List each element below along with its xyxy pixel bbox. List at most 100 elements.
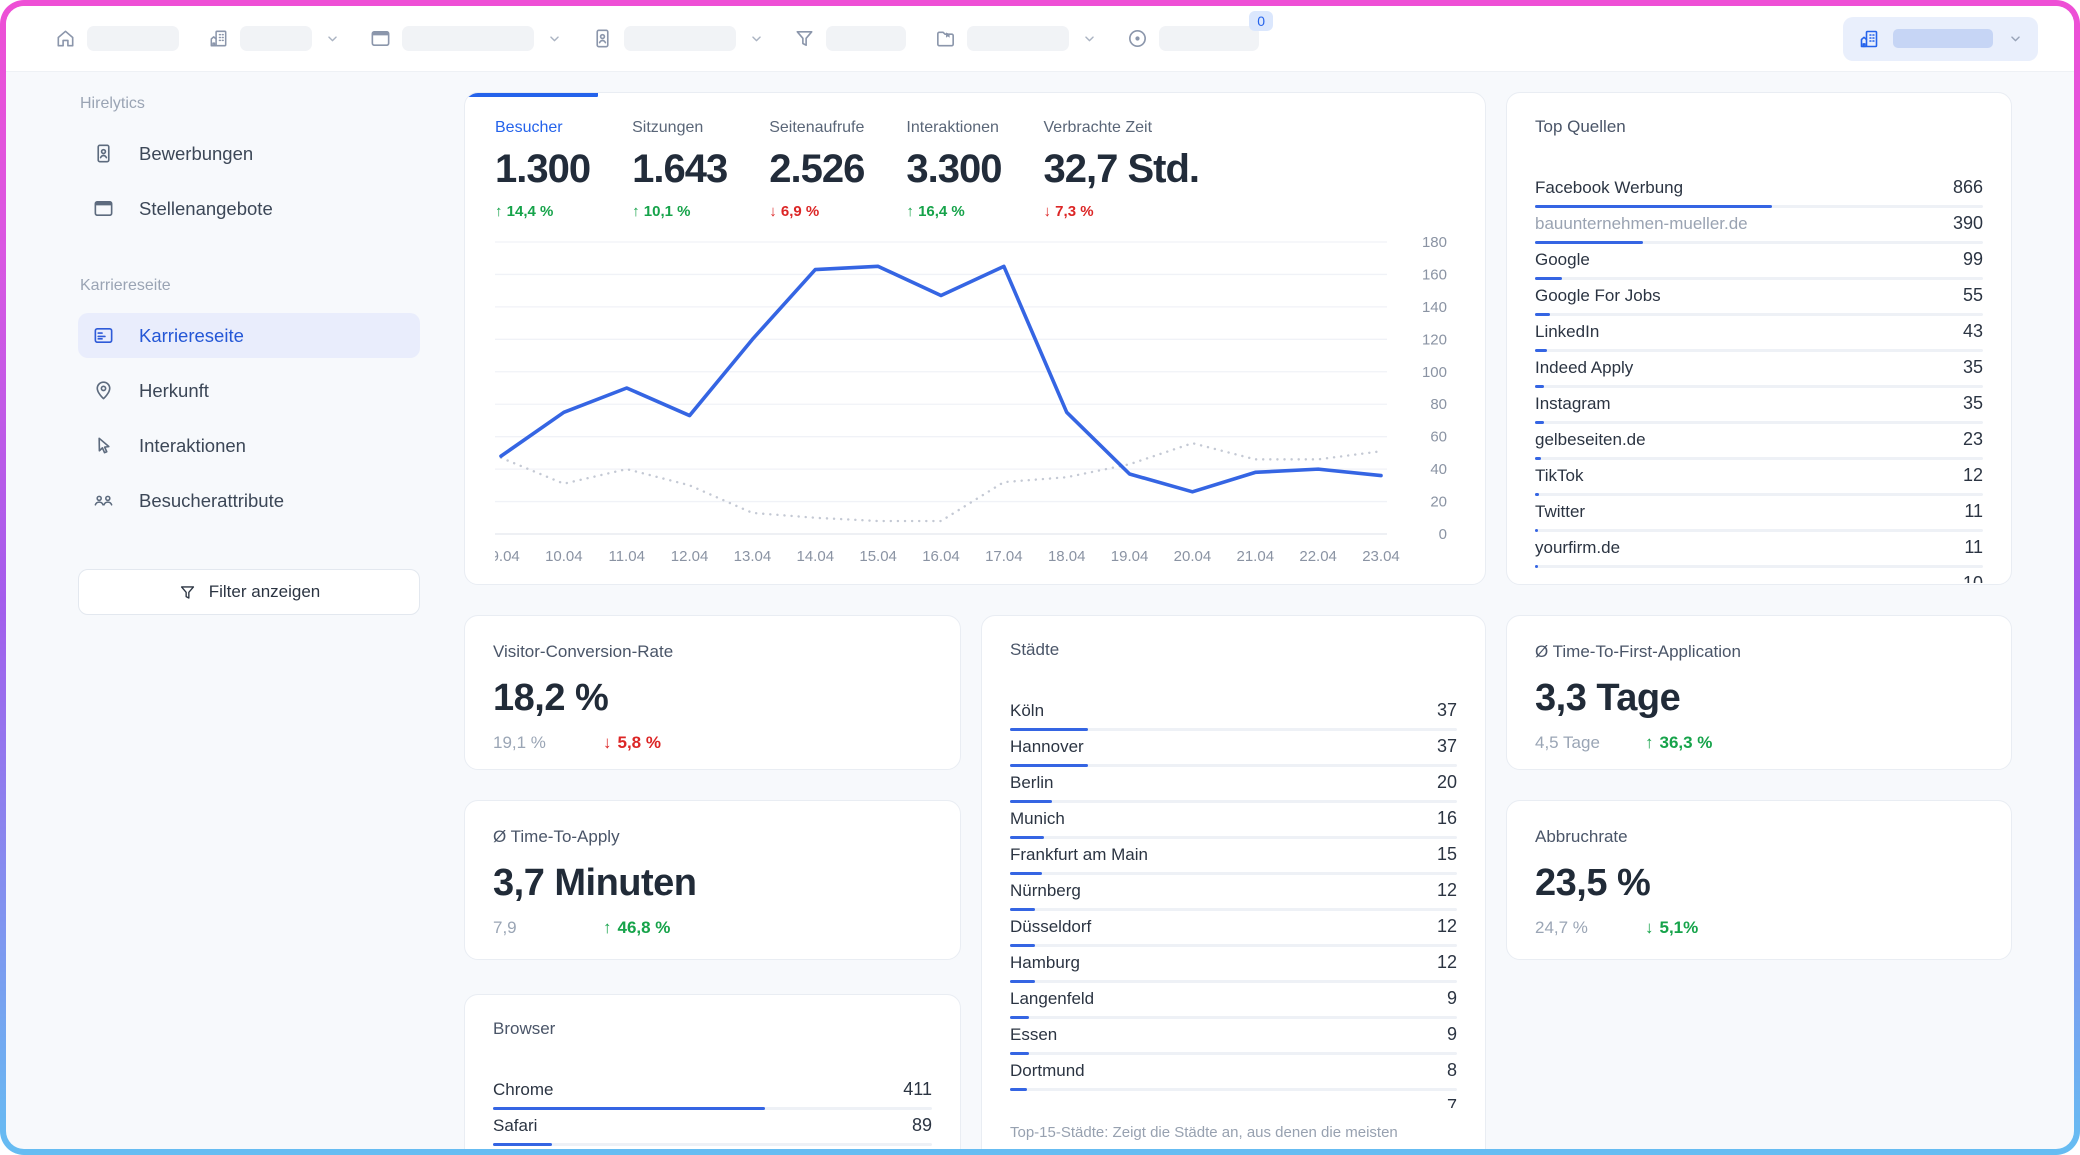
list-item-bar [1010,944,1457,947]
list-item-value: 10 [1963,573,1983,583]
kpi-value: 23,5 % [1535,862,1983,905]
list-item-value: 12 [1963,465,1983,486]
list-item-value: 43 [1963,321,1983,342]
list-item-bar [1535,349,1983,352]
list-item-bar [1010,872,1457,875]
list-item-bar [1535,313,1983,316]
stat-label: Interaktionen [906,119,1001,137]
workspace-selector[interactable] [1843,17,2038,61]
app-window: 0 Hirelytics Bewerbungen Stellenangebote Ka… [6,6,2074,1149]
sidebar-item-herkunft[interactable]: Herkunft [78,368,420,413]
cities-title: Städte [1010,640,1457,660]
filter-button-label: Filter anzeigen [209,582,321,602]
list-item-value: 99 [1963,249,1983,270]
list-item-value: 35 [1963,357,1983,378]
building-control[interactable] [207,26,341,51]
sidebar-item-karriereseite[interactable]: Karriereseite [78,313,420,358]
topbar-controls: 0 [54,26,1287,51]
list-item-value: 9 [1447,988,1457,1009]
stat-tab-besucher[interactable]: Besucher1.300↑ 14,4 % [495,119,590,220]
list-item-label: Safari [493,1116,537,1136]
sidebar-item-bewerbungen[interactable]: Bewerbungen [78,131,420,176]
list-item-bar [1010,980,1457,983]
list-item-label: Dortmund [1010,1061,1085,1081]
list-item: Langenfeld9 [1010,988,1457,1024]
kpi-value: 18,2 % [493,677,932,720]
list-item-value: 7 [1447,1096,1457,1108]
kpi-title: Abbruchrate [1535,827,1983,847]
cities-card: Städte Köln37Hannover37Berlin20Munich16F… [981,615,1486,1149]
list-item-value: 8 [1447,1060,1457,1081]
window-frame: 0 Hirelytics Bewerbungen Stellenangebote Ka… [0,0,2080,1155]
abort-rate-card: Abbruchrate 23,5 % 24,7 % ↓ 5,1% [1506,800,2012,960]
kpi-title: Ø Time-To-First-Application [1535,642,1983,662]
folder-bookmark-icon [934,27,957,50]
stat-tab-verbrachte-zeit[interactable]: Verbrachte Zeit32,7 Std.↓ 7,3 % [1044,119,1200,220]
list-item-value: 89 [912,1115,932,1136]
window-icon [369,27,392,50]
chevron-down-icon [1081,30,1098,47]
sidebar-item-stellenangebote[interactable]: Stellenangebote [78,186,420,231]
id-card-icon [591,27,614,50]
svg-text:22.04: 22.04 [1299,548,1337,565]
stat-label: Seitenaufrufe [769,119,864,137]
placeholder-field [624,26,736,51]
kpi-delta: ↓ 5,8 % [603,733,661,753]
list-item-label: TikTok [1535,466,1584,486]
stat-tab-interaktionen[interactable]: Interaktionen3.300↑ 16,4 % [906,119,1001,220]
placeholder-field [967,26,1069,51]
svg-text:17.04: 17.04 [985,548,1023,565]
svg-text:18.04: 18.04 [1048,548,1086,565]
cities-list: Köln37Hannover37Berlin20Munich16Frankfur… [1010,700,1457,1108]
list-item: TikTok 12 [1535,465,1983,501]
list-item-bar [1535,457,1983,460]
list-item: Düsseldorf12 [1010,916,1457,952]
stat-delta: ↓ 7,3 % [1044,203,1200,220]
chevron-down-icon [2007,30,2024,47]
list-item-bar [1535,529,1983,532]
sidebar-item-interaktionen[interactable]: Interaktionen [78,423,420,468]
list-item-bar [1535,493,1983,496]
stat-tab-seitenaufrufe[interactable]: Seitenaufrufe2.526↓ 6,9 % [769,119,864,220]
placeholder-field [240,26,312,51]
list-item: yourfirm.de11 [1535,537,1983,573]
home-control[interactable] [54,26,179,51]
id-card-icon [92,142,115,165]
list-item-label: Frankfurt am Main [1010,845,1148,865]
list-item-label: Google For Jobs [1535,286,1661,306]
svg-text:14.04: 14.04 [797,548,835,565]
show-filters-button[interactable]: Filter anzeigen [78,569,420,615]
browser-card-icon [92,324,115,347]
list-item-value: 55 [1963,285,1983,306]
stat-tab-sitzungen[interactable]: Sitzungen1.643↑ 10,1 % [632,119,727,220]
list-item: Essen9 [1010,1024,1457,1060]
location-pin-icon [92,379,115,402]
list-item: Safari 89 [493,1115,932,1149]
building-icon [207,27,230,50]
stat-delta: ↑ 16,4 % [906,203,1001,220]
funnel-control[interactable] [793,26,906,51]
folder-bookmark-control[interactable] [934,26,1098,51]
list-item: Frankfurt am Main15 [1010,844,1457,880]
kpi-title: Ø Time-To-Apply [493,827,932,847]
time-to-apply-card: Ø Time-To-Apply 3,7 Minuten 7,9 ↑ 46,8 % [464,800,961,960]
svg-text:20.04: 20.04 [1174,548,1212,565]
target-control[interactable]: 0 [1126,26,1259,51]
stat-label: Verbrachte Zeit [1044,119,1200,137]
list-item-label: Twitter [1535,502,1585,522]
sidebar-item-besucherattribute[interactable]: Besucherattribute [78,478,420,523]
window-control[interactable] [369,26,563,51]
list-item-value: 866 [1953,177,1983,198]
svg-text:13.04: 13.04 [734,548,772,565]
list-item: Twitter 11 [1535,501,1983,537]
list-item-bar [493,1143,932,1146]
svg-text:09.04: 09.04 [495,548,520,565]
id-card-control[interactable] [591,26,765,51]
list-item-bar [1010,800,1457,803]
list-item-value: 11 [1964,501,1983,522]
svg-text:120: 120 [1422,331,1447,348]
funnel-icon [793,27,816,50]
kpi-previous-value: 4,5 Tage [1535,733,1645,753]
sidebar-section-header: Hirelytics [80,95,420,113]
trend-arrow-icon: ↑ [1645,733,1654,753]
